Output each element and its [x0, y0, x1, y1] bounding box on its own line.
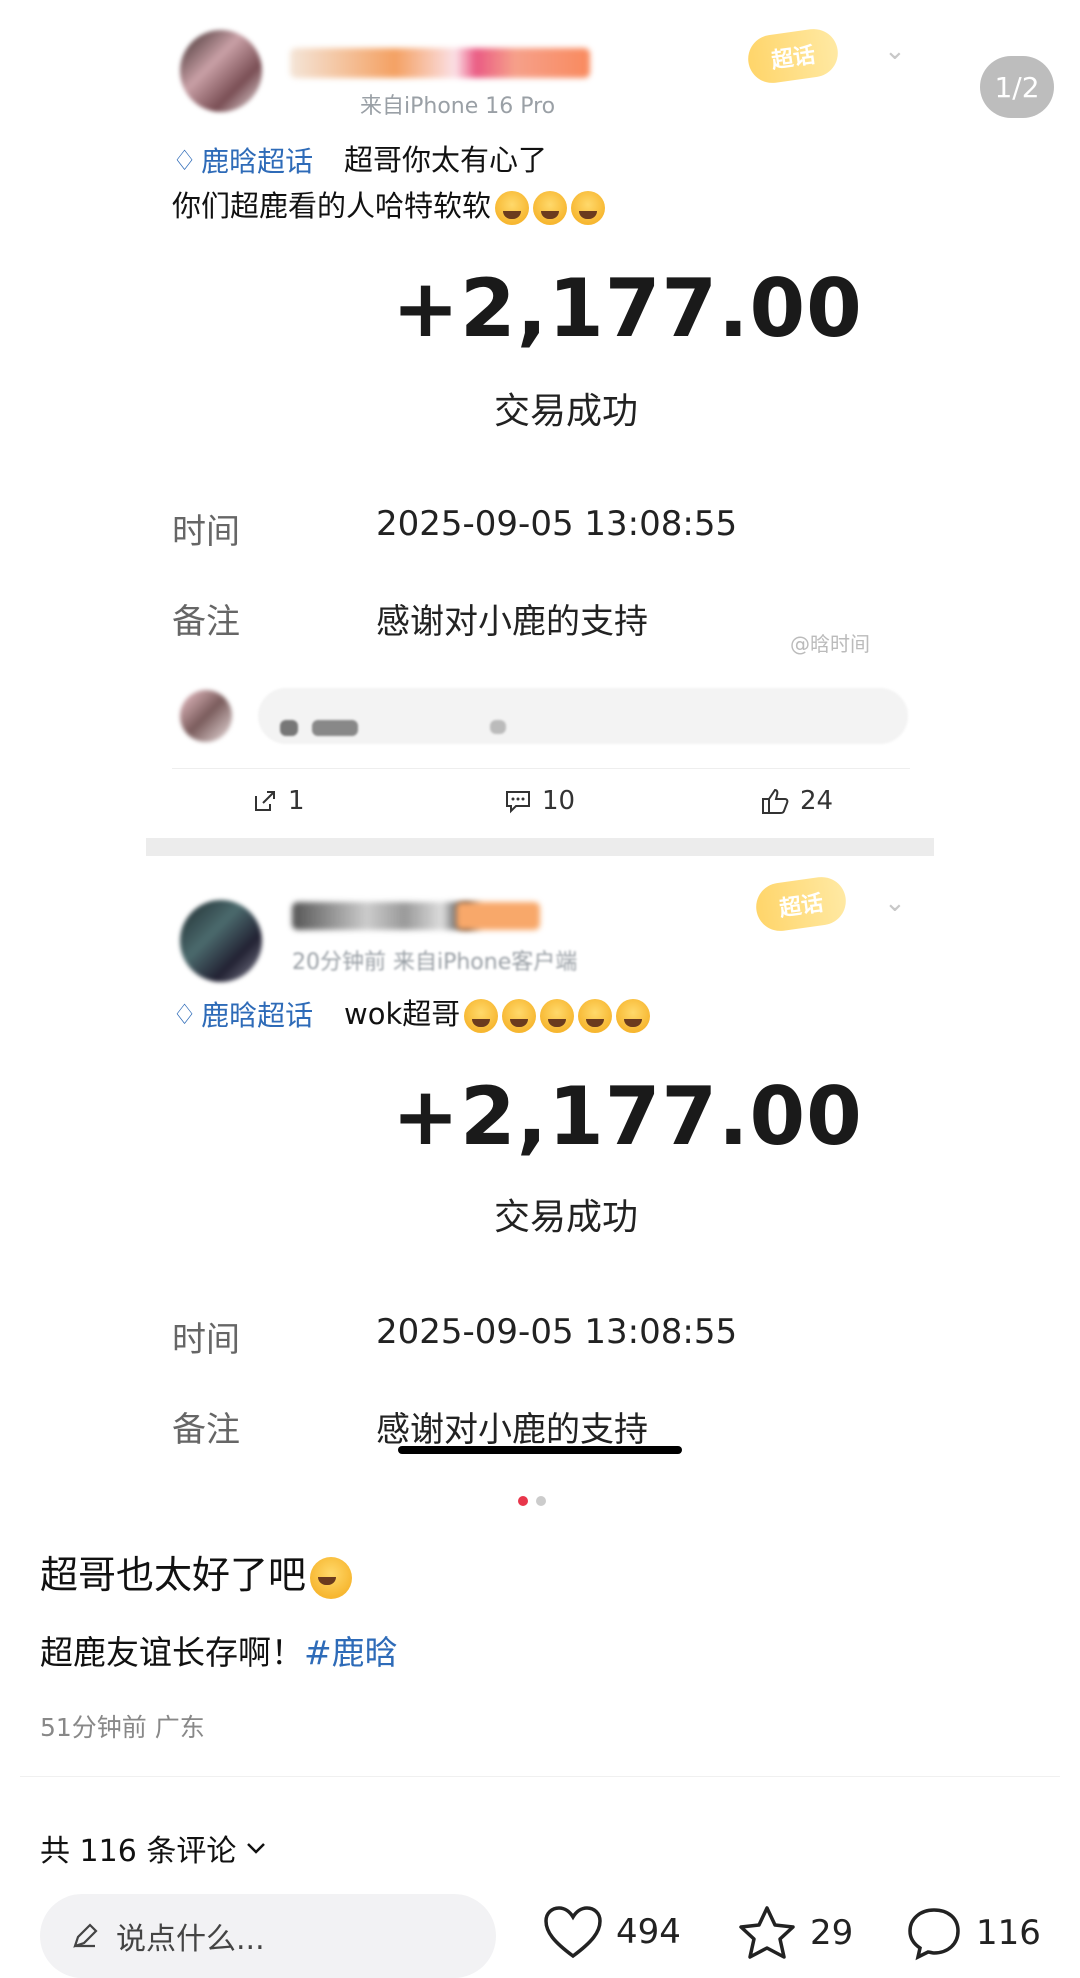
pencil-icon — [73, 1923, 98, 1948]
comments-count-dropdown[interactable]: 共 116 条评论 — [40, 1826, 266, 1870]
watermark: @晗时间 — [790, 632, 870, 656]
post2-supertopic-chip[interactable]: 超话 — [753, 873, 849, 935]
post-time-location: 51分钟前 广东 — [40, 1713, 205, 1742]
thumbs-up-icon — [762, 788, 789, 814]
carousel-dot-active — [518, 1496, 528, 1506]
caption-body: 超鹿友谊长存啊！#鹿晗 — [40, 1633, 398, 1672]
post2-amount: +2,177.00 — [392, 1070, 863, 1163]
post2-meta: 20分钟前 来自iPhone客户端 — [292, 950, 578, 975]
post1-supertopic-chip[interactable]: 超话 — [745, 25, 841, 87]
star-icon — [739, 1906, 795, 1959]
post1-text-line1: 超哥你太有心了 — [344, 143, 548, 177]
post2-time-label: 时间 — [172, 1320, 240, 1360]
comment-bottom-button[interactable]: 116 — [904, 1904, 1041, 1962]
crying-emoji-icon — [578, 999, 613, 1033]
diamond-icon: ♢ — [172, 143, 198, 177]
post1-text-line2: 你们超鹿看的人哈特软软 — [172, 184, 606, 228]
share-icon — [255, 791, 275, 811]
comment-bubble-icon — [908, 1908, 960, 1961]
post1-comment-preview[interactable] — [258, 688, 908, 744]
post1-meta: 来自iPhone 16 Pro — [360, 94, 556, 119]
post1-username[interactable] — [290, 48, 590, 78]
heart-icon — [544, 1906, 602, 1959]
comment-icon — [506, 791, 530, 814]
carousel-dot — [536, 1496, 546, 1506]
post2-text: wok超哥 — [344, 992, 651, 1036]
post1-time-label: 时间 — [172, 512, 240, 552]
post1-like-button[interactable]: 24 — [760, 786, 833, 816]
post1-share-button[interactable]: 1 — [252, 786, 305, 816]
diamond-icon: ♢ — [172, 997, 198, 1031]
post1-remark-label: 备注 — [172, 602, 240, 642]
post1-remark-value: 感谢对小鹿的支持 — [376, 602, 648, 642]
post1-avatar[interactable] — [180, 30, 262, 112]
crying-emoji-icon — [495, 191, 530, 225]
post2-status: 交易成功 — [494, 1197, 639, 1238]
crying-emoji-icon — [502, 999, 537, 1033]
crying-emoji-icon — [540, 999, 575, 1033]
hashtag-link[interactable]: #鹿晗 — [304, 1633, 398, 1672]
crying-emoji-icon — [533, 191, 568, 225]
crying-emoji-icon — [616, 999, 651, 1033]
post2-supertopic-link[interactable]: ♢ 鹿晗超话 — [172, 994, 313, 1034]
comment-input[interactable]: 说点什么... — [40, 1894, 496, 1978]
chevron-down-icon — [247, 1843, 266, 1854]
post2-more-chevron-icon[interactable]: ⌄ — [884, 888, 906, 918]
post1-time-value: 2025-09-05 13:08:55 — [376, 504, 738, 544]
post2-avatar[interactable] — [180, 900, 262, 982]
post1-supertopic-link[interactable]: ♢ 鹿晗超话 — [172, 140, 313, 180]
caption-title: 超哥也太好了吧 — [40, 1544, 353, 1599]
favorite-button[interactable]: 29 — [736, 1904, 853, 1962]
post1-comment-button[interactable]: 10 — [504, 786, 575, 816]
underline-mark — [398, 1446, 682, 1454]
post2-remark-label: 备注 — [172, 1410, 240, 1450]
post1-status: 交易成功 — [494, 391, 639, 432]
post1-more-chevron-icon[interactable]: ⌄ — [884, 36, 906, 66]
carousel-indicator — [518, 1496, 546, 1506]
crying-emoji-icon — [464, 999, 499, 1033]
post1-comment-avatar[interactable] — [180, 690, 232, 742]
post-separator — [146, 838, 934, 856]
image-page-counter: 1/2 — [980, 56, 1054, 118]
crying-emoji-icon — [310, 1556, 353, 1599]
post2-remark-value: 感谢对小鹿的支持 — [376, 1410, 648, 1450]
post2-time-value: 2025-09-05 13:08:55 — [376, 1312, 738, 1352]
post1-amount: +2,177.00 — [392, 262, 863, 355]
like-button[interactable]: 494 — [542, 1904, 681, 1960]
crying-emoji-icon — [571, 191, 606, 225]
